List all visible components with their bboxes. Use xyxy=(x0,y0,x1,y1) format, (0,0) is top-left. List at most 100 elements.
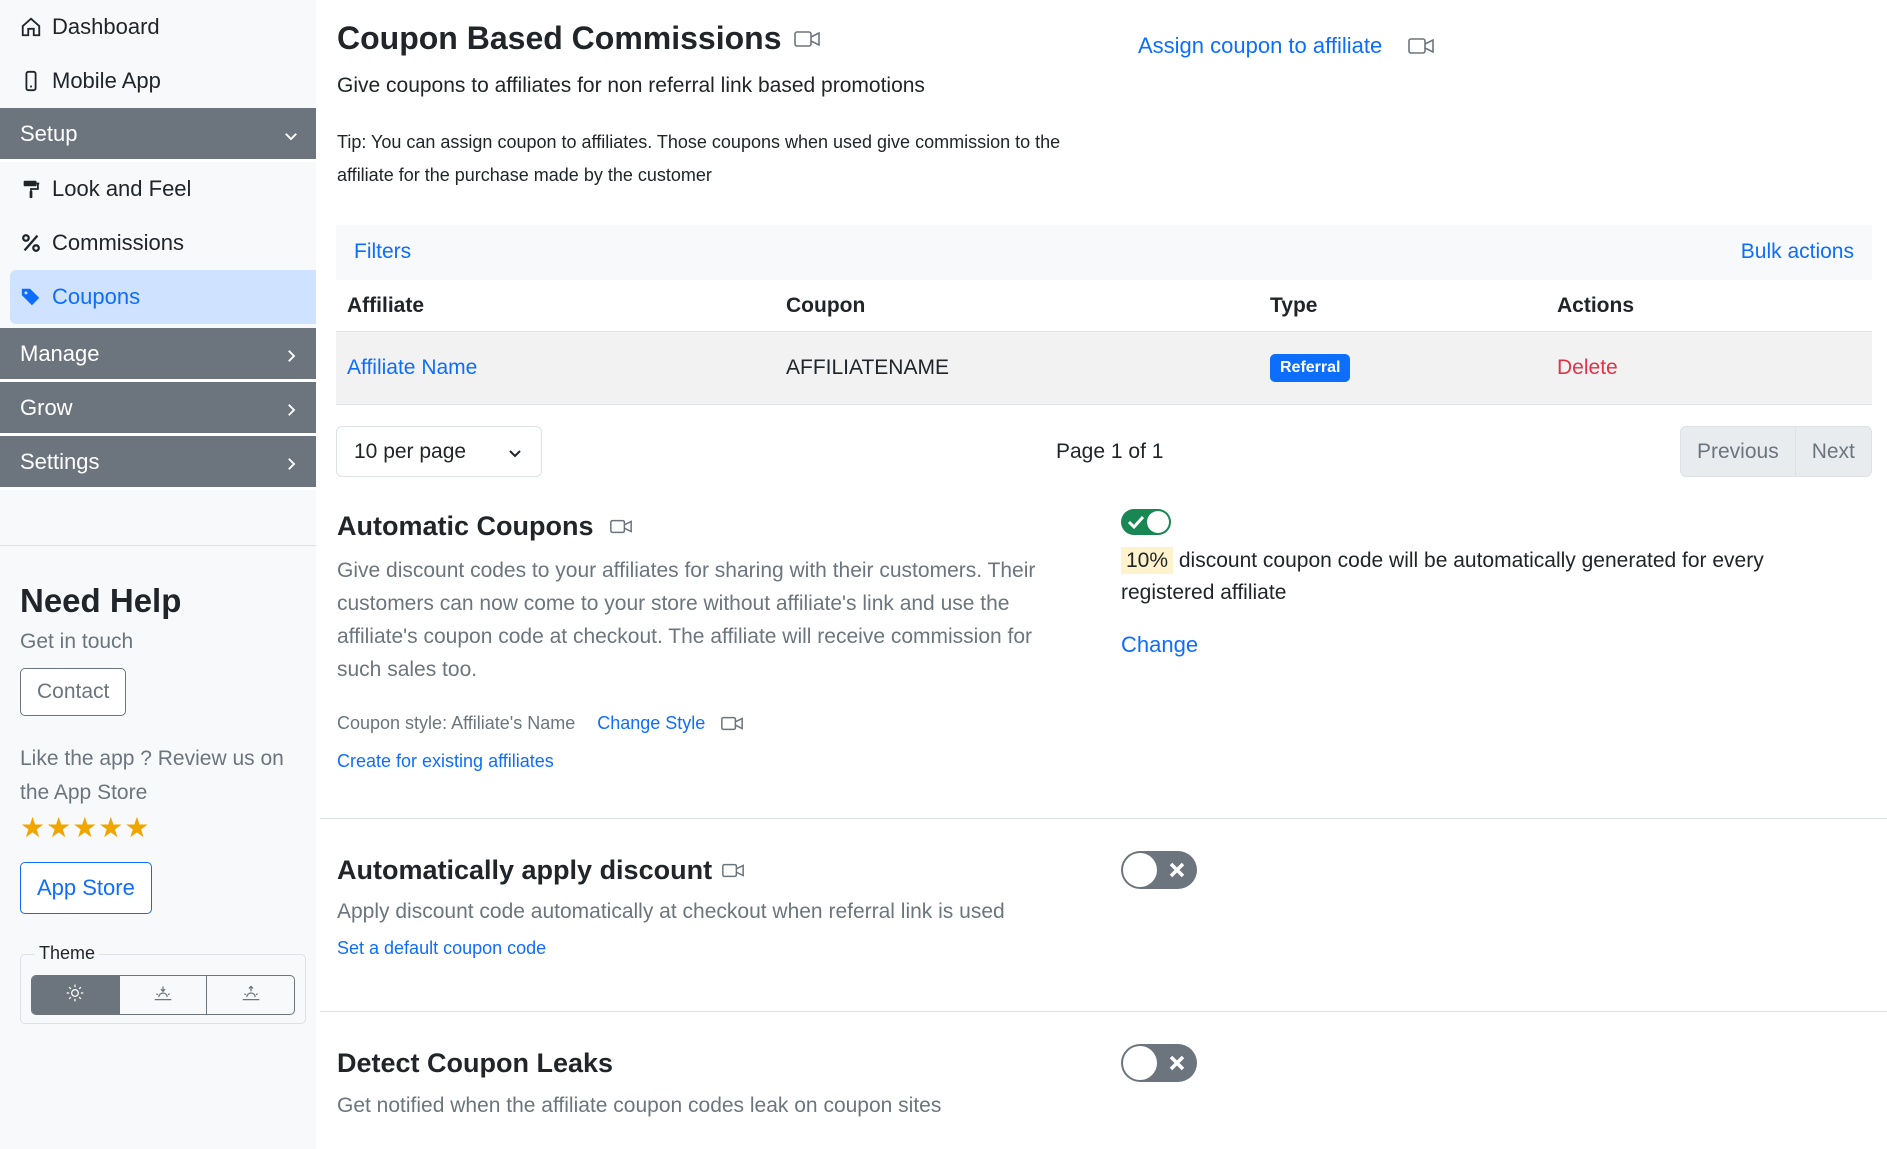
coupon-leaks-description: Get notified when the affiliate coupon c… xyxy=(337,1094,942,1117)
section-divider xyxy=(320,818,1887,819)
sidebar-item-mobile-app[interactable]: Mobile App xyxy=(0,54,316,108)
sidebar-item-label: Mobile App xyxy=(52,68,161,93)
previous-button[interactable]: Previous xyxy=(1681,427,1796,476)
section-divider xyxy=(320,1011,1887,1012)
change-style-link[interactable]: Change Style xyxy=(597,713,705,734)
sidebar-section-settings[interactable]: Settings xyxy=(0,436,316,490)
percent-icon xyxy=(20,232,42,254)
sun-icon xyxy=(65,983,85,1008)
video-icon[interactable] xyxy=(722,862,744,879)
chevron-right-icon xyxy=(282,345,300,363)
section-label: Grow xyxy=(20,394,73,420)
theme-selector: Theme xyxy=(20,943,306,1024)
discount-text: discount coupon code will be automatical… xyxy=(1121,549,1764,604)
theme-sunrise-button[interactable] xyxy=(207,976,294,1014)
toggle-knob xyxy=(1123,853,1157,887)
paint-roller-icon xyxy=(20,178,42,200)
type-cell: Referral xyxy=(1270,332,1351,404)
column-header-type[interactable]: Type xyxy=(1270,280,1317,331)
theme-light-button[interactable] xyxy=(32,976,120,1014)
sidebar-item-coupons[interactable]: Coupons xyxy=(10,270,316,324)
coupon-cell: AFFILIATENAME xyxy=(786,356,949,379)
video-icon[interactable] xyxy=(721,715,744,732)
chevron-down-icon xyxy=(507,443,523,459)
next-button[interactable]: Next xyxy=(1796,427,1871,476)
tip-text: Tip: You can assign coupon to affiliates… xyxy=(337,132,1061,185)
sidebar-item-look-and-feel[interactable]: Look and Feel xyxy=(0,162,316,216)
close-icon xyxy=(1167,860,1187,880)
chevron-right-icon xyxy=(282,399,300,417)
bulk-actions-link[interactable]: Bulk actions xyxy=(1741,240,1854,264)
sunrise-icon xyxy=(241,983,261,1008)
section-label: Setup xyxy=(20,120,78,146)
per-page-select[interactable]: 10 per page xyxy=(336,426,542,477)
column-header-actions: Actions xyxy=(1557,293,1635,317)
filter-bar: Filters Bulk actions xyxy=(336,225,1872,280)
video-icon[interactable] xyxy=(609,518,632,535)
theme-button-group xyxy=(31,975,295,1015)
pagination: Previous Next xyxy=(1680,426,1872,477)
help-title: Need Help xyxy=(20,582,182,619)
automatic-coupons-title: Automatic Coupons xyxy=(337,511,632,542)
theme-legend: Theme xyxy=(35,943,100,964)
sunset-icon xyxy=(153,983,173,1008)
contact-button[interactable]: Contact xyxy=(20,668,127,716)
coupons-table: Affiliate Coupon Type Actions Affiliate … xyxy=(336,280,1872,405)
video-icon[interactable] xyxy=(793,29,820,49)
column-header-affiliate[interactable]: Affiliate xyxy=(347,280,424,331)
auto-apply-description: Apply discount code automatically at che… xyxy=(337,900,1005,923)
coupon-leaks-title: Detect Coupon Leaks xyxy=(337,1048,614,1078)
discount-value: 10% xyxy=(1121,547,1174,574)
page-title-text: Coupon Based Commissions xyxy=(337,20,782,56)
table-row: Affiliate Name AFFILIATENAME Referral De… xyxy=(336,332,1872,405)
review-text: Like the app ? Review us on the App Stor… xyxy=(20,747,284,804)
section-title-text: Automatic Coupons xyxy=(337,511,594,541)
automatic-coupons-summary: 10% discount coupon code will be automat… xyxy=(1121,545,1861,609)
page-subtitle: Give coupons to affiliates for non refer… xyxy=(337,74,925,97)
chevron-down-icon xyxy=(282,125,300,143)
close-icon xyxy=(1167,1053,1187,1073)
create-for-existing-link[interactable]: Create for existing affiliates xyxy=(337,751,554,772)
coupon-style-row: Coupon style: Affiliate's Name Change St… xyxy=(337,713,744,734)
affiliate-cell: Affiliate Name xyxy=(347,332,477,404)
set-default-coupon-link[interactable]: Set a default coupon code xyxy=(337,938,546,959)
tags-icon xyxy=(20,286,42,308)
sidebar-item-commissions[interactable]: Commissions xyxy=(0,216,316,270)
section-title-text: Automatically apply discount xyxy=(337,855,713,885)
page-info: Page 1 of 1 xyxy=(1056,440,1164,463)
coupon-style-label: Coupon style: Affiliate's Name xyxy=(337,713,576,733)
automatic-coupons-description: Give discount codes to your affiliates f… xyxy=(337,559,1036,681)
check-icon xyxy=(1127,513,1145,531)
help-panel: Need Help Get in touch Contact Like the … xyxy=(0,545,316,1024)
column-header-coupon[interactable]: Coupon xyxy=(786,280,865,331)
type-badge: Referral xyxy=(1270,354,1351,382)
auto-apply-title: Automatically apply discount xyxy=(337,855,744,886)
toggle-knob xyxy=(1123,1046,1157,1080)
table-header: Affiliate Coupon Type Actions xyxy=(336,280,1872,332)
sidebar-item-label: Commissions xyxy=(52,230,185,255)
section-label: Manage xyxy=(20,340,100,366)
auto-apply-toggle[interactable] xyxy=(1121,851,1197,889)
sidebar-section-grow[interactable]: Grow xyxy=(0,382,316,436)
coupon-leaks-toggle[interactable] xyxy=(1121,1044,1197,1082)
theme-sunset-button[interactable] xyxy=(120,976,208,1014)
home-icon xyxy=(20,16,42,38)
page-title: Coupon Based Commissions xyxy=(337,20,820,57)
video-icon[interactable] xyxy=(1408,36,1435,56)
sidebar-item-label: Look and Feel xyxy=(52,176,192,201)
sidebar-section-setup[interactable]: Setup xyxy=(0,108,316,162)
per-page-value: 10 per page xyxy=(354,439,467,463)
app-store-button[interactable]: App Store xyxy=(20,862,152,914)
change-discount-link[interactable]: Change xyxy=(1121,632,1198,658)
automatic-coupons-toggle[interactable] xyxy=(1121,509,1171,535)
filters-link[interactable]: Filters xyxy=(354,240,411,264)
toggle-knob xyxy=(1147,511,1169,533)
rating-stars: ★★★★★ xyxy=(20,812,151,843)
assign-coupon-link[interactable]: Assign coupon to affiliate xyxy=(1138,33,1382,59)
sidebar-section-manage[interactable]: Manage xyxy=(0,328,316,382)
help-subtitle: Get in touch xyxy=(20,630,134,653)
affiliate-name-link[interactable]: Affiliate Name xyxy=(347,356,477,380)
delete-link[interactable]: Delete xyxy=(1557,356,1618,380)
sidebar-item-dashboard[interactable]: Dashboard xyxy=(0,0,316,54)
section-label: Settings xyxy=(20,448,100,474)
